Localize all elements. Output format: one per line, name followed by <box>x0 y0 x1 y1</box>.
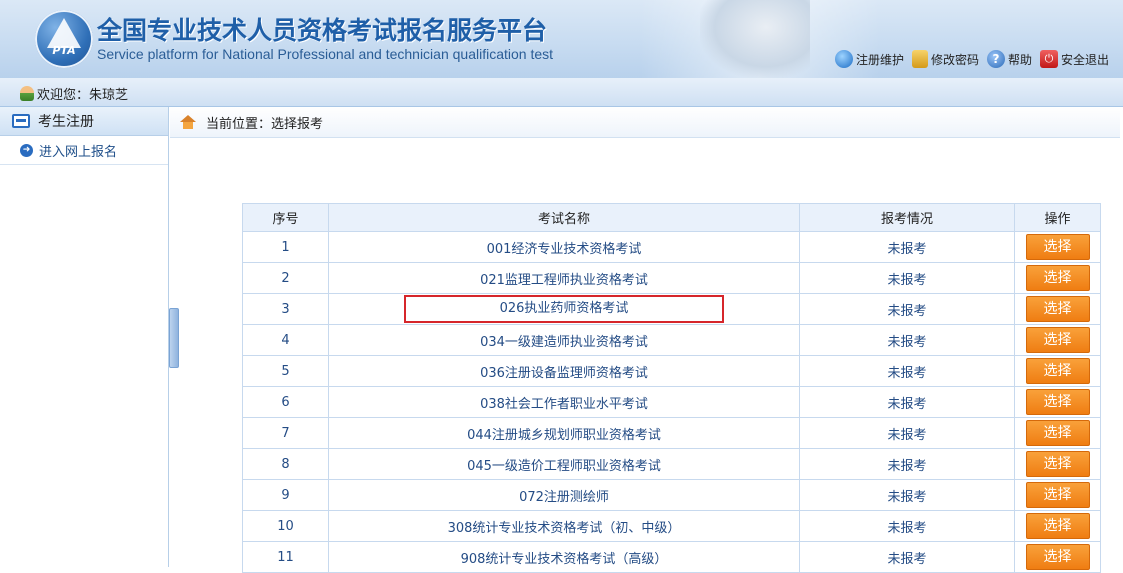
row-index: 10 <box>242 510 329 542</box>
exam-name: 044注册城乡规划师职业资格考试 <box>467 427 661 443</box>
header-operator-image <box>700 0 810 78</box>
help-link[interactable]: ? 帮助 <box>986 50 1032 68</box>
exam-name: 038社会工作者职业水平考试 <box>480 396 648 412</box>
table-row: 8 045一级造价工程师职业资格考试 未报考 选择 <box>242 448 1101 480</box>
exam-status: 未报考 <box>799 386 1015 418</box>
table-row: 7 044注册城乡规划师职业资格考试 未报考 选择 <box>242 417 1101 449</box>
table-row: 4 034一级建造师执业资格考试 未报考 选择 <box>242 324 1101 356</box>
table-row: 2 021监理工程师执业资格考试 未报考 选择 <box>242 262 1101 294</box>
exam-status: 未报考 <box>799 417 1015 449</box>
exam-status: 未报考 <box>799 448 1015 480</box>
table-row: 5 036注册设备监理师资格考试 未报考 选择 <box>242 355 1101 387</box>
exam-name: 034一级建造师执业资格考试 <box>480 334 648 350</box>
help-label: 帮助 <box>1007 52 1032 67</box>
select-button[interactable]: 选择 <box>1025 389 1090 415</box>
select-button[interactable]: 选择 <box>1025 265 1090 291</box>
breadcrumb: 当前位置：选择报考 <box>170 107 1120 138</box>
table-row: 10 308统计专业技术资格考试（初、中级） 未报考 选择 <box>242 510 1101 542</box>
table-header-row: 序号 考试名称 报考情况 操作 <box>242 203 1101 232</box>
welcome-message: 欢迎您： 朱琼芝 <box>20 84 128 103</box>
select-button[interactable]: 选择 <box>1025 358 1090 384</box>
row-index: 1 <box>242 231 329 263</box>
welcome-username: 朱琼芝 <box>89 88 129 103</box>
logo-text: PTA <box>52 44 76 57</box>
welcome-label: 欢迎您： <box>37 88 90 103</box>
column-header-status: 报考情况 <box>799 203 1015 232</box>
registration-maintenance-link[interactable]: 注册维护 <box>834 50 904 68</box>
table-row: 1 001经济专业技术资格考试 未报考 选择 <box>242 231 1101 263</box>
exam-name-highlighted: 026执业药师资格考试 <box>404 295 724 323</box>
change-password-link[interactable]: 修改密码 <box>911 50 979 68</box>
row-index: 5 <box>242 355 329 387</box>
exam-name: 908统计专业技术资格考试（高级） <box>460 551 668 567</box>
registration-maintenance-label: 注册维护 <box>855 52 904 67</box>
row-index: 11 <box>242 541 329 573</box>
exam-name: 045一级造价工程师职业资格考试 <box>467 458 661 474</box>
exam-status: 未报考 <box>799 293 1015 325</box>
exam-status: 未报考 <box>799 231 1015 263</box>
select-button[interactable]: 选择 <box>1025 327 1090 353</box>
logout-link[interactable]: ⏻ 安全退出 <box>1039 50 1109 68</box>
exam-table: 序号 考试名称 报考情况 操作 1 001经济专业技术资格考试 未报考 选择 2… <box>242 203 1101 573</box>
exam-status: 未报考 <box>799 355 1015 387</box>
table-row: 9 072注册测绘师 未报考 选择 <box>242 479 1101 511</box>
exam-name: 021监理工程师执业资格考试 <box>480 272 648 288</box>
select-button[interactable]: 选择 <box>1025 451 1090 477</box>
pta-logo: PTA <box>35 10 93 68</box>
exam-name: 072注册测绘师 <box>519 489 609 505</box>
power-icon: ⏻ <box>1039 50 1058 68</box>
breadcrumb-text: 当前位置：选择报考 <box>206 116 324 132</box>
user-icon <box>20 86 34 101</box>
sidebar: 考生注册 ➜ 进入网上报名 <box>0 107 169 567</box>
select-button[interactable]: 选择 <box>1025 513 1090 539</box>
exam-status: 未报考 <box>799 479 1015 511</box>
row-index: 6 <box>242 386 329 418</box>
row-index: 4 <box>242 324 329 356</box>
row-index: 3 <box>242 293 329 325</box>
select-button[interactable]: 选择 <box>1025 420 1090 446</box>
welcome-bar: 欢迎您： 朱琼芝 <box>0 78 1123 107</box>
registration-maintenance-icon <box>834 50 853 68</box>
column-header-action: 操作 <box>1014 203 1101 232</box>
exam-name: 308统计专业技术资格考试（初、中级） <box>447 520 681 536</box>
exam-name: 036注册设备监理师资格考试 <box>480 365 648 381</box>
sidebar-item-label: 进入网上报名 <box>39 144 118 160</box>
exam-status: 未报考 <box>799 541 1015 573</box>
lock-icon <box>911 50 928 68</box>
table-row: 3 026执业药师资格考试 未报考 选择 <box>242 293 1101 325</box>
select-button[interactable]: 选择 <box>1025 296 1090 322</box>
table-row: 11 908统计专业技术资格考试（高级） 未报考 选择 <box>242 541 1101 573</box>
sidebar-item-online-registration[interactable]: ➜ 进入网上报名 <box>0 136 168 165</box>
row-index: 8 <box>242 448 329 480</box>
sidebar-collapse-handle[interactable] <box>169 308 179 368</box>
logout-label: 安全退出 <box>1060 52 1109 67</box>
select-button[interactable]: 选择 <box>1025 544 1090 570</box>
site-title: 全国专业技术人员资格考试报名服务平台 <box>97 16 548 45</box>
minus-box-icon <box>12 114 30 128</box>
table-row: 6 038社会工作者职业水平考试 未报考 选择 <box>242 386 1101 418</box>
top-links: 注册维护 修改密码 ? 帮助 ⏻ 安全退出 <box>831 50 1109 68</box>
home-icon <box>180 115 196 129</box>
exam-status: 未报考 <box>799 324 1015 356</box>
arrow-right-icon: ➜ <box>20 143 33 157</box>
sidebar-heading[interactable]: 考生注册 <box>0 107 168 136</box>
column-header-name: 考试名称 <box>328 203 800 232</box>
help-icon: ? <box>986 50 1005 68</box>
select-button[interactable]: 选择 <box>1025 482 1090 508</box>
sidebar-heading-label: 考生注册 <box>38 114 94 130</box>
header-banner: PTA 全国专业技术人员资格考试报名服务平台 Service platform … <box>0 0 1123 78</box>
select-button[interactable]: 选择 <box>1025 234 1090 260</box>
column-header-index: 序号 <box>242 203 329 232</box>
site-subtitle: Service platform for National Profession… <box>97 46 554 62</box>
row-index: 2 <box>242 262 329 294</box>
row-index: 7 <box>242 417 329 449</box>
exam-status: 未报考 <box>799 510 1015 542</box>
change-password-label: 修改密码 <box>930 52 979 67</box>
row-index: 9 <box>242 479 329 511</box>
exam-name: 001经济专业技术资格考试 <box>486 241 642 257</box>
exam-status: 未报考 <box>799 262 1015 294</box>
